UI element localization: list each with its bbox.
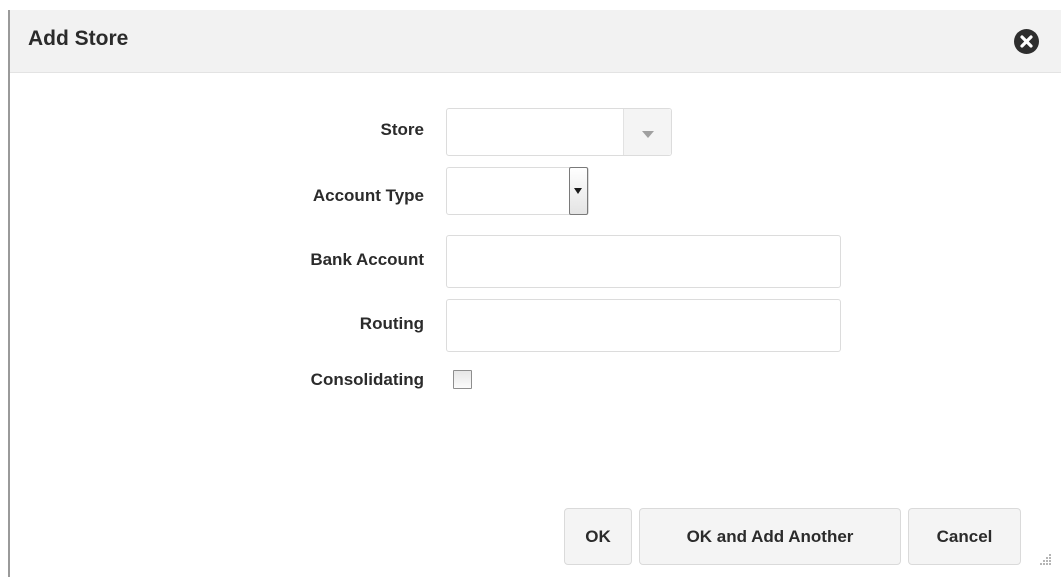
close-icon[interactable] (1014, 29, 1039, 54)
ok-and-add-another-button[interactable]: OK and Add Another (639, 508, 901, 565)
account-type-select[interactable] (446, 167, 589, 215)
account-type-dropdown-button[interactable] (569, 167, 588, 215)
dialog-title: Add Store (28, 27, 129, 50)
store-label: Store (380, 120, 424, 139)
routing-input[interactable] (446, 299, 841, 352)
caret-down-icon (574, 188, 582, 194)
consolidating-label: Consolidating (310, 370, 424, 389)
chevron-down-icon (642, 131, 654, 138)
account-type-label: Account Type (312, 186, 424, 205)
dialog-title-bar[interactable]: Add Store (10, 10, 1061, 73)
resize-grip-icon[interactable] (1038, 552, 1052, 566)
store-dropdown-button[interactable] (623, 109, 671, 155)
consolidating-checkbox[interactable] (453, 370, 472, 389)
routing-label: Routing (359, 314, 424, 333)
cancel-button[interactable]: Cancel (908, 508, 1021, 565)
store-combobox[interactable] (446, 108, 672, 156)
bank-account-label: Bank Account (310, 250, 424, 269)
add-store-dialog: Add Store Store Account Type Bank Accoun… (0, 0, 1061, 577)
dialog-left-border (8, 10, 10, 577)
bank-account-input[interactable] (446, 235, 841, 288)
ok-button[interactable]: OK (564, 508, 632, 565)
